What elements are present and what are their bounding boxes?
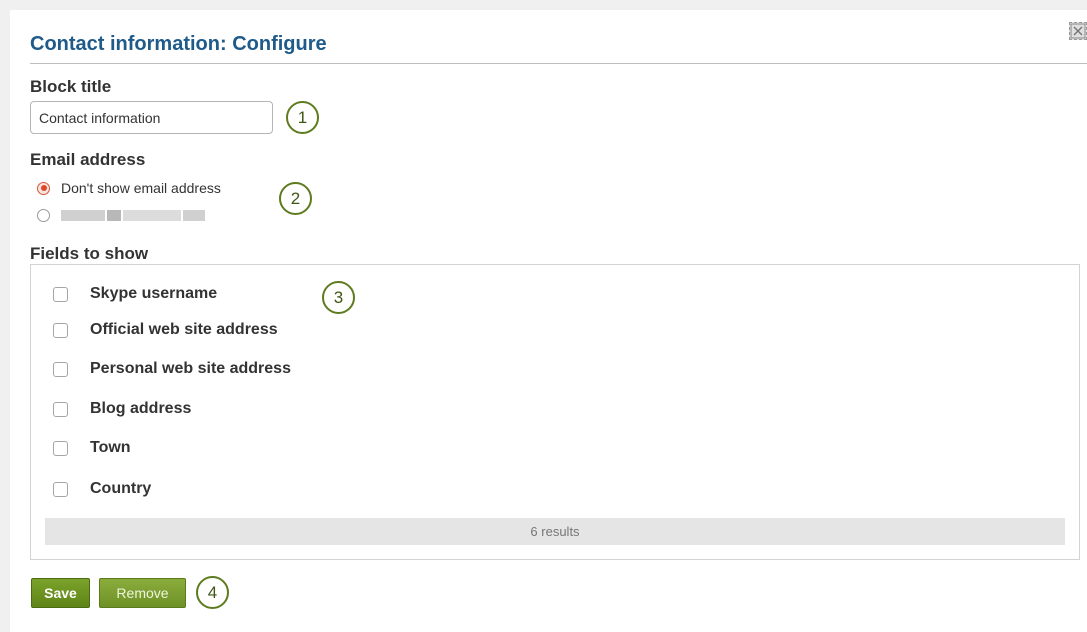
save-button[interactable]: Save [31,578,90,608]
field-row-country[interactable]: Country [53,480,151,498]
field-label-official-site: Official web site address [90,321,278,338]
field-label-skype: Skype username [90,285,218,302]
redacted-email [61,210,207,221]
field-row-skype[interactable]: Skype username [53,285,217,303]
checkbox-skype[interactable] [53,286,68,302]
field-row-town[interactable]: Town [53,439,131,457]
callout-1: 1 [286,101,319,134]
callout-2: 2 [279,182,312,215]
checkbox-blog[interactable] [53,401,68,417]
field-row-official-site[interactable]: Official web site address [53,321,278,339]
radio-email-address[interactable] [37,209,50,222]
field-label-blog: Blog address [90,400,192,417]
field-label-personal-site: Personal web site address [90,360,291,377]
block-title-label: Block title [30,77,112,96]
email-address-label: Email address [30,150,146,169]
field-row-blog[interactable]: Blog address [53,400,191,418]
field-row-personal-site[interactable]: Personal web site address [53,360,291,378]
field-label-town: Town [90,439,131,456]
radio-hide-email[interactable] [37,181,50,195]
callout-3: 3 [322,281,355,314]
checkbox-personal-site[interactable] [53,361,68,377]
field-label-country: Country [90,480,152,497]
remove-button[interactable]: Remove [99,578,186,608]
block-title-input[interactable] [30,101,273,134]
checkbox-country[interactable] [53,481,68,497]
email-option-address[interactable] [37,209,207,222]
radio-hide-email-label: Don't show email address [61,180,221,196]
checkbox-official-site[interactable] [53,322,68,338]
title-divider [30,63,1087,64]
checkbox-town[interactable] [53,440,68,456]
fields-to-show-label: Fields to show [30,244,149,263]
callout-4: 4 [196,576,229,609]
page-title: Contact information: Configure [30,33,327,55]
fields-list: Skype username Official web site address… [30,264,1080,560]
close-icon[interactable] [1069,22,1087,40]
email-option-hide[interactable]: Don't show email address [37,180,221,196]
results-count: 6 results [45,518,1065,545]
